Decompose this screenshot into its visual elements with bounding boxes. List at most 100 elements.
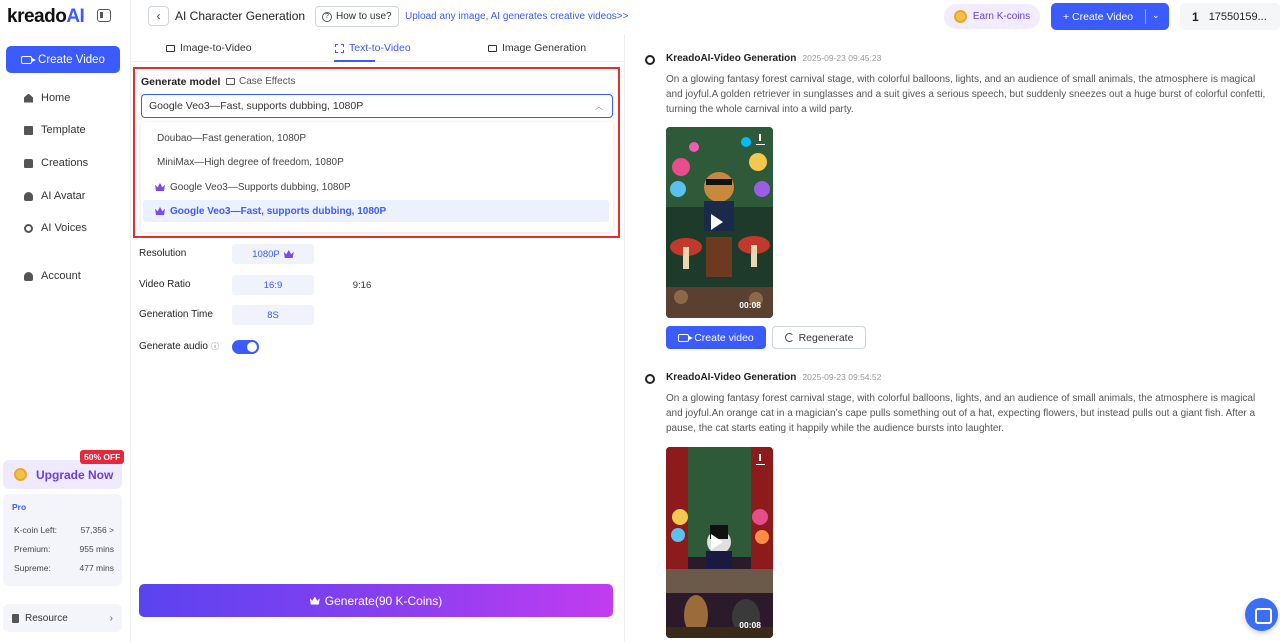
header-create-video-label: + Create Video <box>1063 10 1134 23</box>
tab-image-to-video[interactable]: Image-to-Video <box>166 42 252 54</box>
regenerate-button[interactable]: Regenerate <box>772 326 866 349</box>
plan-summary: Pro K-coin Left: 57,356 > Premium: 955 m… <box>3 494 122 586</box>
regenerate-label: Regenerate <box>798 331 854 344</box>
account-icon <box>24 271 33 281</box>
discount-badge: 50% OFF <box>80 450 125 464</box>
post-timestamp: 2025-09-23 09:54:52 <box>802 372 882 382</box>
generate-label: Generate(90 K-Coins) <box>324 593 443 608</box>
sidebar-item-template[interactable]: Template <box>24 121 86 139</box>
case-effects-link[interactable]: Case Effects <box>226 76 296 87</box>
video-camera-icon <box>21 55 37 64</box>
header-create-video-button[interactable]: + Create Video ⌄ <box>1051 3 1169 30</box>
back-button[interactable]: ‹ <box>148 6 169 26</box>
sidebar-item-creations[interactable]: Creations <box>24 154 88 172</box>
user-menu[interactable]: 1 17550159... <box>1180 3 1280 30</box>
play-icon[interactable] <box>711 534 723 550</box>
refresh-icon <box>784 333 794 342</box>
collapse-sidebar-icon[interactable] <box>97 9 111 22</box>
ratio-option-9-16[interactable]: 9:16 <box>321 275 403 295</box>
tab-image-generation[interactable]: Image Generation <box>488 42 586 54</box>
generate-audio-label: Generate audio <box>139 341 208 352</box>
video-thumbnail[interactable]: 00:08 <box>666 127 773 318</box>
how-to-use-button[interactable]: ? How to use? <box>315 6 399 27</box>
active-tab-indicator <box>334 60 375 62</box>
avatar-icon <box>24 191 33 201</box>
ratio-option-16-9[interactable]: 16:9 <box>232 275 314 295</box>
play-icon[interactable] <box>711 214 723 230</box>
create-video-label: Create video <box>694 331 754 344</box>
coin-icon <box>953 10 967 23</box>
kcoin-value: 57,356 > <box>80 525 114 535</box>
earn-kcoins-button[interactable]: Earn K-coins <box>944 4 1040 29</box>
time-option-8s[interactable]: 8S <box>232 305 314 325</box>
premium-value: 955 mins <box>79 544 115 554</box>
generate-model-label: Generate model <box>141 76 221 88</box>
generation-feed: KreadoAI-Video Generation 2025-09-23 09:4… <box>626 34 1280 642</box>
logo[interactable]: kreadoAI <box>7 6 85 28</box>
home-icon <box>24 93 33 103</box>
sidebar-item-label: AI Avatar <box>41 190 86 202</box>
video-camera-icon <box>678 333 694 342</box>
sidebar-item-label: Creations <box>41 157 89 169</box>
sidebar: kreadoAI Create Video Home Template Crea… <box>0 0 131 642</box>
generate-audio-toggle[interactable] <box>232 340 259 354</box>
tagline-link[interactable]: Upload any image, AI generates creative … <box>405 11 628 22</box>
model-option-veo3[interactable]: Google Veo3—Supports dubbing, 1080P <box>143 176 609 198</box>
tab-label: Image-to-Video <box>180 42 252 54</box>
upgrade-now-button[interactable]: Upgrade Now <box>3 460 122 489</box>
premium-row: Premium: 955 mins <box>14 544 114 554</box>
voices-icon <box>24 223 33 233</box>
model-option-doubao[interactable]: Doubao—Fast generation, 1080P <box>143 127 609 149</box>
top-header: ‹ AI Character Generation ? How to use? … <box>131 0 1280 34</box>
model-option-minimax[interactable]: MiniMax—High degree of freedom, 1080P <box>143 151 609 173</box>
post-title-text: KreadoAI-Video Generation <box>666 53 797 64</box>
generate-button[interactable]: Generate(90 K-Coins) <box>139 584 613 617</box>
sidebar-item-label: Account <box>41 270 81 282</box>
crown-icon <box>155 207 165 215</box>
sidebar-item-label: AI Voices <box>41 222 87 234</box>
model-select[interactable]: Google Veo3—Fast, supports dubbing, 1080… <box>141 94 613 118</box>
text-icon <box>335 43 344 53</box>
crown-icon <box>309 596 320 605</box>
model-option-veo3-fast[interactable]: Google Veo3—Fast, supports dubbing, 1080… <box>143 200 609 222</box>
download-icon[interactable] <box>756 134 765 145</box>
model-selector-highlight: Generate model Case Effects Google Veo3—… <box>133 67 620 238</box>
download-icon[interactable] <box>756 454 765 465</box>
supreme-row: Supreme: 477 mins <box>14 563 114 573</box>
video-thumbnail[interactable]: 00:08 <box>666 447 773 638</box>
model-selected-value: Google Veo3—Fast, supports dubbing, 1080… <box>149 100 364 112</box>
kcoin-row[interactable]: K-coin Left: 57,356 > <box>14 525 114 535</box>
create-video-button[interactable]: Create video <box>666 326 766 349</box>
mode-tabs: Image-to-Video Text-to-Video Image Gener… <box>131 34 625 62</box>
chevron-down-icon[interactable]: ⌄ <box>1152 10 1160 21</box>
crown-icon <box>155 183 165 191</box>
chevron-up-icon: ︿ <box>595 102 603 111</box>
resource-menu[interactable]: Resource › <box>3 604 122 632</box>
resolution-label: Resolution <box>139 248 187 259</box>
generation-panel: Image-to-Video Text-to-Video Image Gener… <box>131 34 625 642</box>
sidebar-item-label: Template <box>41 124 86 136</box>
creations-icon <box>24 158 33 168</box>
crown-icon <box>283 250 294 258</box>
resource-label: Resource <box>25 612 68 624</box>
sidebar-item-home[interactable]: Home <box>24 89 70 107</box>
bot-avatar-icon <box>645 374 655 384</box>
sidebar-item-ai-voices[interactable]: AI Voices <box>24 219 87 237</box>
chat-support-icon[interactable] <box>1245 598 1278 631</box>
info-icon[interactable]: ⓘ <box>211 341 219 352</box>
generate-audio-field: Generate audio ⓘ <box>139 341 219 352</box>
sidebar-create-video-button[interactable]: Create Video <box>6 46 120 73</box>
document-icon <box>12 613 19 623</box>
tab-text-to-video[interactable]: Text-to-Video <box>335 42 411 54</box>
model-dropdown: Doubao—Fast generation, 1080P MiniMax—Hi… <box>141 122 613 232</box>
user-id: 17550159... <box>1208 10 1267 23</box>
video-icon <box>166 44 175 52</box>
video-duration: 00:08 <box>739 300 761 310</box>
resolution-option-1080p[interactable]: 1080P <box>232 244 314 264</box>
plan-name: Pro <box>12 502 27 512</box>
option-label: Doubao—Fast generation, 1080P <box>157 132 306 144</box>
sidebar-item-account[interactable]: Account <box>24 267 81 285</box>
app-root: kreadoAI Create Video Home Template Crea… <box>0 0 1280 642</box>
earn-kcoins-label: Earn K-coins <box>972 11 1031 22</box>
sidebar-item-ai-avatar[interactable]: AI Avatar <box>24 187 85 205</box>
